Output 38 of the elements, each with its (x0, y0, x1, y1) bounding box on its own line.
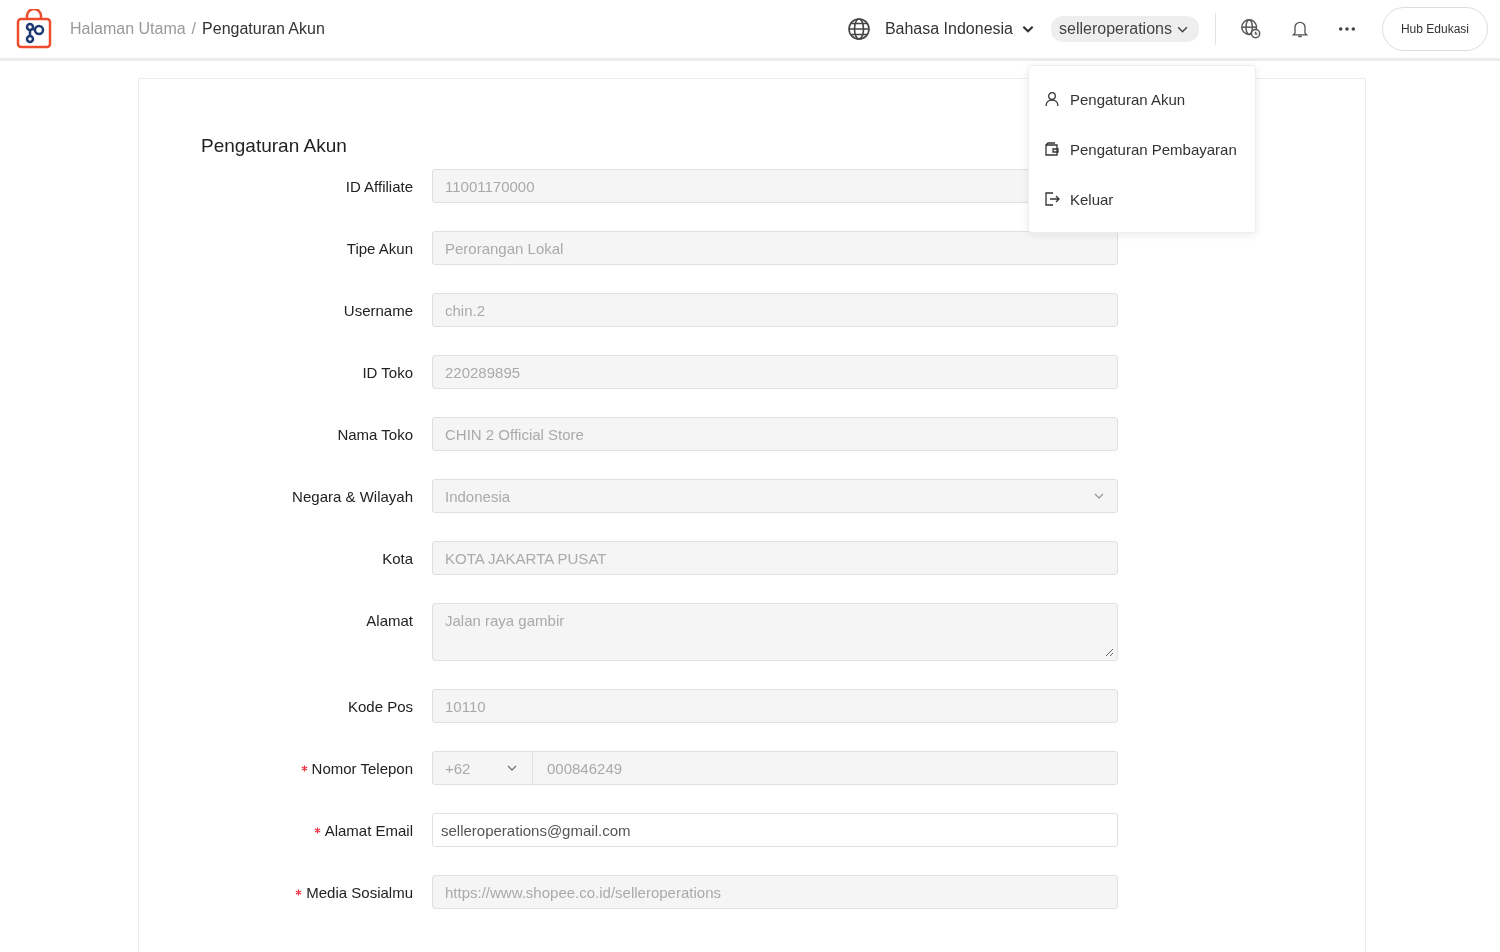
field-label: Tipe Akun (346, 240, 413, 257)
field-label: Alamat Email (324, 822, 413, 839)
input-field[interactable]: selleroperations@gmail.com (432, 813, 1118, 847)
field-label: Media Sosialmu (306, 884, 413, 901)
logout-icon (1044, 191, 1060, 207)
field-label: Nama Toko (337, 426, 413, 443)
field-label: Kota (382, 550, 413, 567)
field-label: Username (343, 302, 413, 319)
user-icon (1044, 91, 1060, 107)
breadcrumb-link[interactable]: Pengaturan Akun (202, 20, 325, 38)
input-field: KOTA JAKARTA PUSAT (432, 541, 1118, 575)
resize-handle-icon (1104, 647, 1114, 657)
account-dropdown[interactable]: selleroperations (1051, 16, 1199, 42)
input-field: https://www.shopee.co.id/selleroperations (432, 875, 1118, 909)
wallet-icon (1044, 141, 1060, 157)
page-title: Pengaturan Akun (201, 135, 347, 157)
field-label: ID Toko (362, 364, 413, 381)
globe-icon (846, 17, 871, 41)
input-field: CHIN 2 Official Store (432, 417, 1118, 451)
input-field: 10110 (432, 689, 1118, 723)
education-hub-button[interactable]: Hub Edukasi (1381, 7, 1488, 51)
field-label: Alamat (366, 612, 413, 629)
input-field: 220289895 (432, 355, 1118, 389)
field-label: Nomor Telepon (311, 760, 413, 777)
field-label: Negara & Wilayah (292, 488, 413, 505)
field-label: Kode Pos (347, 698, 413, 715)
input-field: chin.2 (432, 293, 1118, 327)
more-icon[interactable] (1337, 26, 1356, 32)
menu-item[interactable]: Pengaturan Akun (1029, 74, 1255, 124)
select-field: Indonesia (432, 479, 1118, 513)
language-selector[interactable]: Bahasa Indonesia (878, 19, 1041, 39)
breadcrumb-separator: / (191, 20, 197, 38)
shopping-bag-logo-icon (16, 9, 52, 49)
globe-clock-icon[interactable] (1239, 18, 1262, 40)
field-label: ID Affiliate (345, 178, 413, 195)
notification-bell-icon[interactable] (1289, 19, 1310, 39)
textarea-field: Jalan raya gambir (432, 603, 1118, 661)
input-field: Perorangan Lokal (432, 231, 1118, 265)
